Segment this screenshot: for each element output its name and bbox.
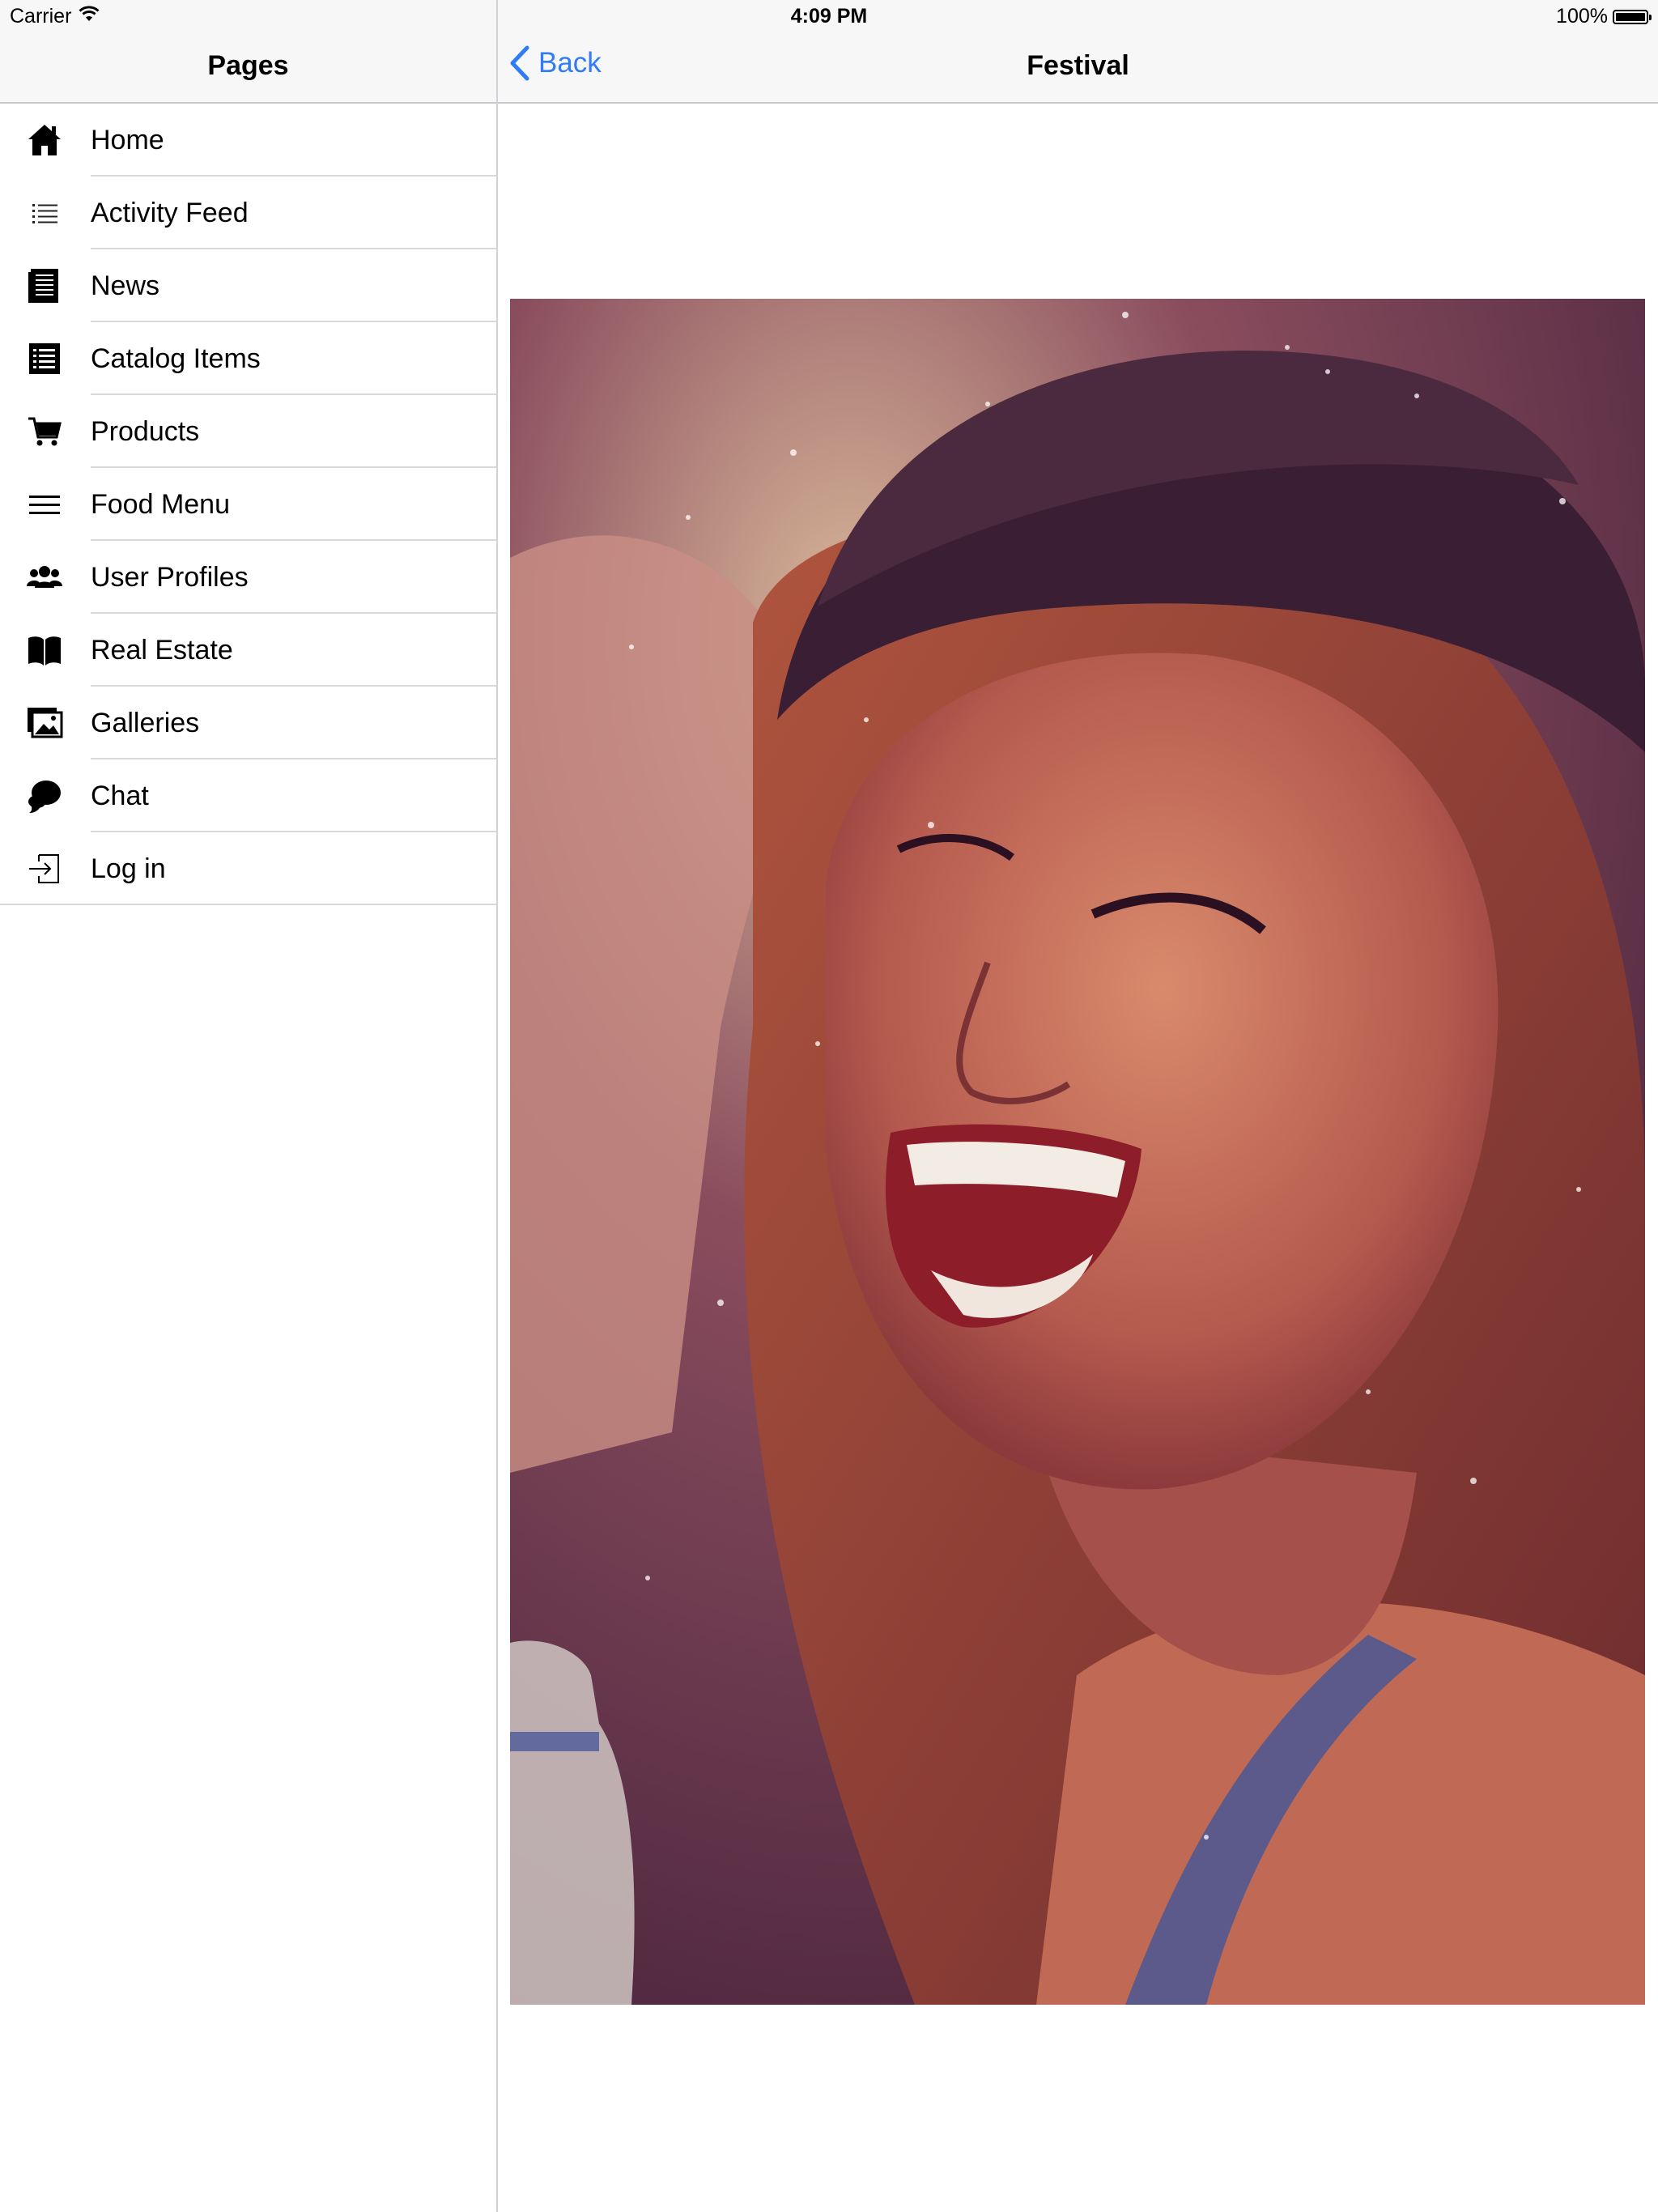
catalog-icon [24, 338, 65, 379]
sidebar-item-activity-feed[interactable]: Activity Feed [0, 177, 496, 249]
sidebar: Pages Home Activity Feed News Catalog Items… [0, 0, 498, 2212]
battery-percent: 100% [1556, 5, 1608, 28]
chat-icon [24, 776, 65, 816]
sidebar-item-label: Food Menu [91, 488, 230, 520]
login-icon [24, 849, 65, 889]
newspaper-icon [24, 266, 65, 306]
festival-photo [510, 299, 1645, 2005]
sidebar-item-log-in[interactable]: Log in [0, 832, 496, 905]
status-bar: Carrier 4:09 PM 100% [0, 0, 1658, 32]
sidebar-item-label: Chat [91, 780, 149, 811]
list-icon [24, 193, 65, 233]
sidebar-item-label: Log in [91, 853, 166, 884]
sidebar-item-products[interactable]: Products [0, 395, 496, 468]
gallery-icon [24, 703, 65, 743]
battery-level [1616, 12, 1645, 21]
sidebar-item-label: Products [91, 415, 200, 447]
sidebar-item-label: User Profiles [91, 561, 249, 593]
battery-icon [1613, 9, 1652, 24]
sidebar-item-label: Home [91, 124, 164, 155]
home-icon [24, 120, 65, 160]
sidebar-item-home[interactable]: Home [0, 104, 496, 177]
sidebar-item-galleries[interactable]: Galleries [0, 687, 496, 759]
sidebar-item-label: Catalog Items [91, 342, 261, 374]
sidebar-item-catalog-items[interactable]: Catalog Items [0, 322, 496, 395]
sidebar-title: Pages [207, 50, 289, 81]
status-right: 100% [1556, 5, 1652, 28]
nav-title: Festival [1027, 50, 1129, 81]
sidebar-item-news[interactable]: News [0, 249, 496, 322]
sidebar-item-chat[interactable]: Chat [0, 759, 496, 832]
status-time: 4:09 PM [790, 5, 868, 28]
users-icon [24, 557, 65, 598]
sidebar-item-label: Activity Feed [91, 197, 249, 228]
sidebar-item-label: News [91, 270, 160, 301]
sidebar-item-label: Real Estate [91, 634, 233, 666]
sidebar-item-user-profiles[interactable]: User Profiles [0, 541, 496, 614]
menu-lines-icon [24, 484, 65, 525]
sidebar-item-food-menu[interactable]: Food Menu [0, 468, 496, 541]
detail-pane: Back Festival [498, 0, 1658, 2212]
divider [0, 904, 496, 905]
cart-icon [24, 411, 65, 452]
sidebar-item-label: Galleries [91, 707, 200, 738]
book-icon [24, 630, 65, 670]
sidebar-item-real-estate[interactable]: Real Estate [0, 614, 496, 687]
sidebar-menu: Home Activity Feed News Catalog Items Produc… [0, 104, 496, 905]
